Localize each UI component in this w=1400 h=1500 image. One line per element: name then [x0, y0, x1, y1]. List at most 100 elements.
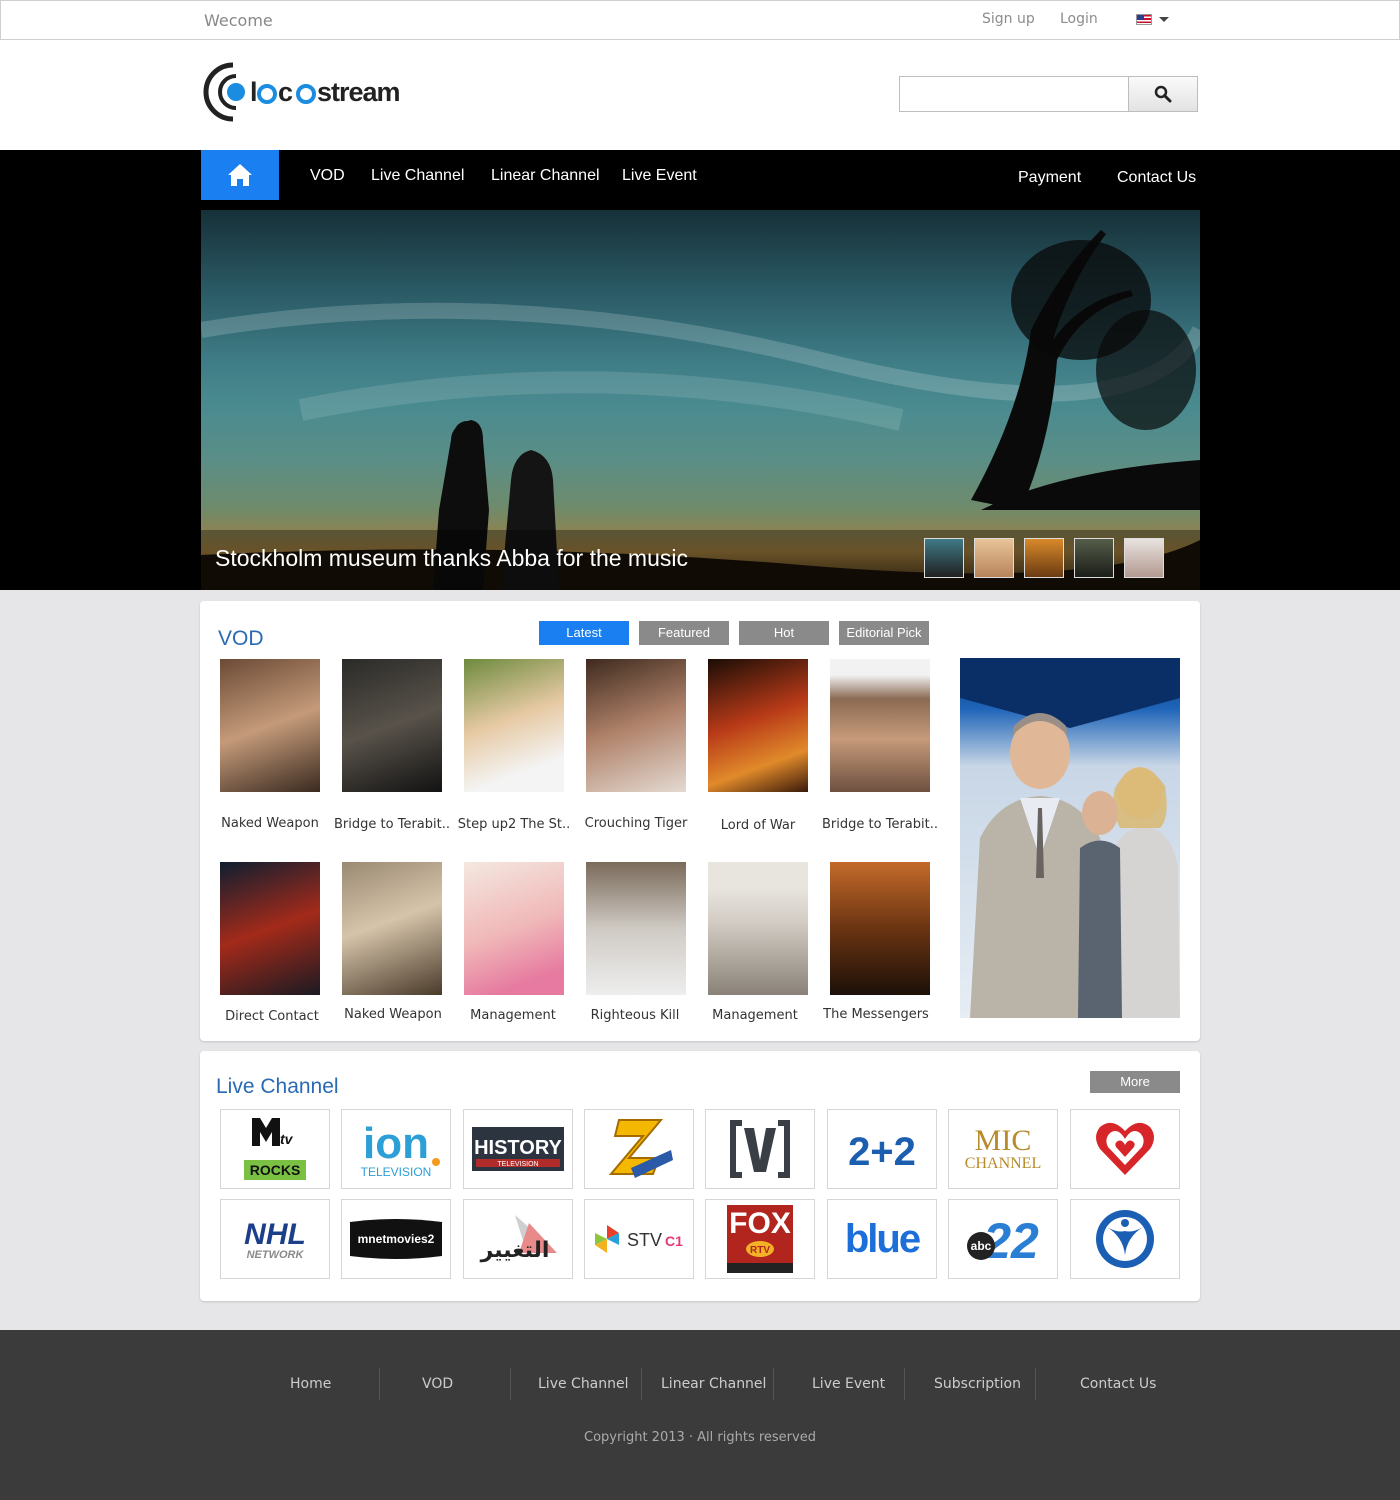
tab-editorial-pick[interactable]: Editorial Pick	[839, 621, 929, 645]
channel-logo-blue[interactable]: blue	[827, 1199, 937, 1279]
movie-poster[interactable]	[586, 659, 686, 792]
channel-logo-nhl[interactable]: NHL NETWORK	[220, 1199, 330, 1279]
svg-text:TELEVISION: TELEVISION	[361, 1165, 432, 1179]
channel-logo-stv[interactable]: STV C1	[584, 1199, 694, 1279]
svg-text:HISTORY: HISTORY	[474, 1137, 562, 1159]
movie-poster[interactable]	[830, 862, 930, 995]
svg-text:tv: tv	[280, 1131, 294, 1147]
svg-text:MIC: MIC	[975, 1124, 1032, 1157]
tab-latest[interactable]: Latest	[539, 621, 629, 645]
movie-title[interactable]: Crouching Tiger	[575, 816, 697, 831]
nhl-network-logo: NHL NETWORK	[244, 1218, 306, 1261]
nav-contact-us[interactable]: Contact Us	[1117, 169, 1196, 187]
hero-caption[interactable]: Stockholm museum thanks Abba for the mus…	[215, 545, 688, 572]
footer-link-linear-channel[interactable]: Linear Channel	[661, 1376, 766, 1392]
movie-poster[interactable]	[830, 659, 930, 792]
svg-text:mnetmovies2: mnetmovies2	[358, 1232, 435, 1246]
more-button[interactable]: More	[1090, 1071, 1180, 1093]
hero-thumbnail[interactable]	[1024, 538, 1064, 578]
movie-poster[interactable]	[342, 659, 442, 792]
movie-poster[interactable]	[220, 659, 320, 792]
hero-banner[interactable]: Stockholm museum thanks Abba for the mus…	[201, 210, 1200, 590]
hero-thumbnail[interactable]	[924, 538, 964, 578]
movie-title[interactable]: Righteous Kill	[574, 1008, 696, 1023]
movie-title[interactable]: Naked Weapon	[209, 816, 331, 831]
channel-logo-sport[interactable]	[1070, 1199, 1180, 1279]
nav-live-event[interactable]: Live Event	[622, 167, 697, 185]
tab-featured[interactable]: Featured	[639, 621, 729, 645]
svg-text:NHL: NHL	[244, 1218, 306, 1251]
channel-logo-mic[interactable]: MIC CHANNEL	[948, 1109, 1058, 1189]
movie-title[interactable]: The Messengers	[815, 1007, 937, 1022]
movie-title[interactable]: Bridge to Terabit..	[331, 817, 453, 832]
nav-linear-channel[interactable]: Linear Channel	[491, 167, 600, 185]
movie-title[interactable]: Management	[452, 1008, 574, 1023]
search-button[interactable]	[1128, 76, 1198, 112]
home-button[interactable]	[201, 150, 279, 200]
channel-logo-mtv-rocks[interactable]: tv ROCKS	[220, 1109, 330, 1189]
hero-thumbnail[interactable]	[1074, 538, 1114, 578]
vod-section: VOD Latest Featured Hot Editorial Pick N…	[200, 601, 1200, 1041]
channel-logo-taghyeer[interactable]: التغيير	[463, 1199, 573, 1279]
signup-link[interactable]: Sign up	[982, 11, 1035, 27]
nav-vod[interactable]: VOD	[310, 167, 345, 185]
footer-divider	[379, 1368, 380, 1400]
login-link[interactable]: Login	[1060, 11, 1098, 27]
main-nav: VOD Live Channel Linear Channel Live Eve…	[0, 150, 1400, 590]
live-channel-section: Live Channel More tv ROCKS ion TELEVISIO…	[200, 1051, 1200, 1301]
hero-thumbnail[interactable]	[1124, 538, 1164, 578]
tab-hot[interactable]: Hot	[739, 621, 829, 645]
nav-payment[interactable]: Payment	[1018, 169, 1081, 187]
us-flag-icon[interactable]	[1136, 14, 1152, 25]
footer-link-vod[interactable]: VOD	[422, 1376, 453, 1392]
movie-title[interactable]: Step up2 The St..	[453, 817, 575, 832]
footer-link-subscription[interactable]: Subscription	[934, 1376, 1021, 1392]
svg-text:l: l	[250, 77, 257, 107]
svg-text:stream: stream	[317, 77, 400, 107]
movie-title[interactable]: Naked Weapon	[332, 1007, 454, 1022]
taghyeer-logo: التغيير	[480, 1215, 557, 1263]
channel-logo-zee-classic[interactable]	[584, 1109, 694, 1189]
movie-poster[interactable]	[464, 659, 564, 792]
channel-logo-heart[interactable]	[1070, 1109, 1180, 1189]
footer-link-contact-us[interactable]: Contact Us	[1080, 1376, 1156, 1392]
movie-title[interactable]: Direct Contact	[211, 1009, 333, 1024]
chevron-down-icon[interactable]	[1159, 17, 1169, 22]
svg-text:FOX: FOX	[729, 1207, 791, 1240]
channel-logo-2plus2[interactable]: 2+2	[827, 1109, 937, 1189]
stv-c1-logo: STV C1	[595, 1225, 683, 1253]
svg-text:C1: C1	[665, 1233, 683, 1249]
channel-logo-history[interactable]: HISTORY TELEVISION	[463, 1109, 573, 1189]
channel-logo-fox-rtv[interactable]: FOX RTV	[705, 1199, 815, 1279]
footer-link-live-event[interactable]: Live Event	[812, 1376, 885, 1392]
svg-text:التغيير: التغيير	[480, 1238, 550, 1263]
channel-logo-mnet[interactable]: mnetmovies2	[341, 1199, 451, 1279]
hero-thumbnail[interactable]	[974, 538, 1014, 578]
zee-classic-logo	[608, 1119, 673, 1178]
footer-divider	[904, 1368, 905, 1400]
footer-link-home[interactable]: Home	[290, 1376, 331, 1392]
search-input[interactable]	[899, 76, 1129, 112]
movie-title[interactable]: Bridge to Terabit..	[819, 817, 941, 832]
locostream-logo[interactable]: l c stream	[202, 61, 442, 123]
nav-live-channel[interactable]: Live Channel	[371, 167, 464, 185]
abc22-logo: 22 abc	[967, 1213, 1039, 1269]
movie-poster[interactable]	[708, 659, 808, 792]
channel-logo-ion[interactable]: ion TELEVISION	[341, 1109, 451, 1189]
movie-title[interactable]: Management	[694, 1008, 816, 1023]
movie-poster[interactable]	[708, 862, 808, 995]
movie-poster[interactable]	[464, 862, 564, 995]
movie-title[interactable]: Lord of War	[697, 818, 819, 833]
footer-divider	[510, 1368, 511, 1400]
movie-poster[interactable]	[586, 862, 686, 995]
channel-logo-channel-v[interactable]	[705, 1109, 815, 1189]
movie-poster[interactable]	[220, 862, 320, 995]
svg-text:NETWORK: NETWORK	[247, 1249, 305, 1261]
svg-text:2+2: 2+2	[848, 1130, 916, 1169]
heart-logo	[1096, 1122, 1154, 1175]
footer-link-live-channel[interactable]: Live Channel	[538, 1376, 629, 1392]
channel-logo-abc22[interactable]: 22 abc	[948, 1199, 1058, 1279]
channel-v-logo	[730, 1120, 790, 1178]
movie-poster[interactable]	[342, 862, 442, 995]
advertisement-banner[interactable]	[960, 658, 1180, 1018]
